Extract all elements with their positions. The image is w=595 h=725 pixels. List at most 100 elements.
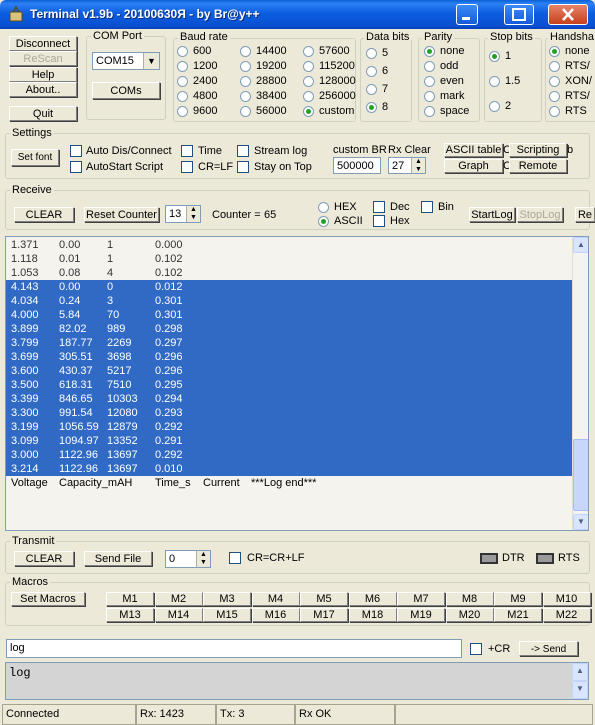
plus-cr-checkbox[interactable]: [470, 643, 482, 655]
stoplog-button[interactable]: StopLog: [517, 207, 563, 222]
cr-lf-checkbox[interactable]: [181, 161, 193, 173]
bin-checkbox[interactable]: [421, 201, 433, 213]
baud-radio-1[interactable]: [177, 61, 188, 72]
stop-bits-radio-0[interactable]: [489, 51, 500, 62]
data-bits-radio-3[interactable]: [366, 102, 377, 113]
macro-button-m16[interactable]: M16: [251, 608, 300, 622]
history-scrollbar[interactable]: ▲ ▼: [572, 663, 588, 699]
macro-button-m21[interactable]: M21: [494, 608, 542, 622]
parity-radio-4[interactable]: [424, 106, 435, 117]
maximize-button[interactable]: [504, 4, 534, 25]
scripting-button[interactable]: Scripting: [509, 143, 567, 157]
com-port-select[interactable]: COM15 ▼: [92, 52, 160, 70]
stop-bits-radio-2[interactable]: [489, 101, 500, 112]
baud-radio-6[interactable]: [240, 61, 251, 72]
parity-radio-0[interactable]: [424, 46, 435, 57]
baud-radio-0[interactable]: [177, 46, 188, 57]
re-button[interactable]: Re: [575, 207, 595, 222]
macro-button-m9[interactable]: M9: [494, 592, 542, 606]
hex-radio[interactable]: [318, 202, 329, 213]
macro-button-m19[interactable]: M19: [397, 608, 445, 622]
baud-radio-13[interactable]: [303, 91, 314, 102]
autostart-script-checkbox[interactable]: [70, 161, 82, 173]
baud-radio-10[interactable]: [303, 46, 314, 57]
auto-dis-connect-checkbox[interactable]: [70, 145, 82, 157]
macro-button-m5[interactable]: M5: [300, 592, 348, 606]
quit-button[interactable]: Quit: [9, 106, 77, 121]
send-history-area[interactable]: log ▲ ▼: [5, 662, 589, 700]
rx-clear-spinner[interactable]: 27 ▲ ▼: [388, 157, 426, 174]
macro-button-m22[interactable]: M22: [542, 608, 591, 622]
stream-log-checkbox[interactable]: [237, 145, 249, 157]
baud-radio-9[interactable]: [240, 106, 251, 117]
graph-button[interactable]: Graph: [444, 159, 503, 173]
coms-button[interactable]: COMs: [92, 82, 160, 99]
macro-button-m15[interactable]: M15: [203, 608, 251, 622]
data-bits-radio-1[interactable]: [366, 66, 377, 77]
macro-button-m6[interactable]: M6: [348, 592, 397, 606]
macro-button-m17[interactable]: M17: [300, 608, 348, 622]
receive-clear-button[interactable]: CLEAR: [14, 207, 74, 222]
receive-scrollbar[interactable]: ▲ ▼: [572, 237, 588, 530]
scroll-down-icon[interactable]: ▼: [572, 681, 588, 699]
close-button[interactable]: [548, 4, 588, 25]
stop-bits-radio-1[interactable]: [489, 76, 500, 87]
baud-radio-7[interactable]: [240, 76, 251, 87]
scroll-down-icon[interactable]: ▼: [573, 514, 588, 530]
rescan-button[interactable]: ReScan: [9, 51, 77, 66]
send-file-button[interactable]: Send File: [84, 551, 152, 566]
ascii-table-button[interactable]: ASCII table: [444, 143, 503, 157]
receive-text-area[interactable]: 1.371 0.00 1 0.000 1.118 0.01 1 0.102 1.053 0.08 4…: [5, 236, 589, 531]
ascii-radio[interactable]: [318, 216, 329, 227]
baud-radio-14[interactable]: [303, 106, 314, 117]
handshake-radio-1[interactable]: [549, 61, 560, 72]
parity-radio-3[interactable]: [424, 91, 435, 102]
baud-radio-5[interactable]: [240, 46, 251, 57]
handshake-radio-2[interactable]: [549, 76, 560, 87]
data-bits-radio-2[interactable]: [366, 84, 377, 95]
custom-br-input[interactable]: 500000: [333, 157, 381, 174]
time-checkbox[interactable]: [181, 145, 193, 157]
startlog-button[interactable]: StartLog: [469, 207, 515, 222]
minimize-button[interactable]: [456, 4, 478, 25]
parity-radio-2[interactable]: [424, 76, 435, 87]
remote-button[interactable]: Remote: [509, 159, 567, 173]
macro-button-m20[interactable]: M20: [445, 608, 494, 622]
dec-checkbox[interactable]: [373, 201, 385, 213]
macro-button-m14[interactable]: M14: [154, 608, 203, 622]
handshake-radio-0[interactable]: [549, 46, 560, 57]
handshake-radio-3[interactable]: [549, 91, 560, 102]
cr-cr-lf-checkbox[interactable]: [229, 552, 241, 564]
disconnect-button[interactable]: Disconnect: [9, 36, 77, 51]
send-input[interactable]: log: [6, 639, 462, 658]
scroll-thumb[interactable]: [573, 439, 588, 511]
hex-checkbox[interactable]: [373, 215, 385, 227]
baud-radio-11[interactable]: [303, 61, 314, 72]
macro-button-m7[interactable]: M7: [397, 592, 445, 606]
macro-button-m4[interactable]: M4: [251, 592, 300, 606]
data-bits-radio-0[interactable]: [366, 48, 377, 59]
counter-spinner[interactable]: 13 ▲ ▼: [165, 205, 201, 223]
macro-button-m8[interactable]: M8: [445, 592, 494, 606]
reset-counter-button[interactable]: Reset Counter: [84, 207, 159, 222]
stay-on-top-checkbox[interactable]: [237, 161, 249, 173]
set-macros-button[interactable]: Set Macros: [11, 592, 85, 606]
baud-radio-4[interactable]: [177, 106, 188, 117]
baud-radio-8[interactable]: [240, 91, 251, 102]
help-button[interactable]: Help: [9, 67, 77, 82]
macro-button-m3[interactable]: M3: [203, 592, 251, 606]
macro-button-m1[interactable]: M1: [106, 592, 154, 606]
parity-radio-1[interactable]: [424, 61, 435, 72]
scroll-up-icon[interactable]: ▲: [573, 237, 588, 253]
transmit-spinner[interactable]: 0 ▲ ▼: [165, 550, 211, 568]
send-button[interactable]: -> Send: [519, 641, 578, 656]
macro-button-m10[interactable]: M10: [542, 592, 591, 606]
transmit-clear-button[interactable]: CLEAR: [14, 551, 74, 566]
baud-radio-12[interactable]: [303, 76, 314, 87]
about-button[interactable]: About..: [9, 82, 77, 97]
set-font-button[interactable]: Set font: [11, 149, 59, 166]
macro-button-m13[interactable]: M13: [106, 608, 154, 622]
handshake-radio-4[interactable]: [549, 106, 560, 117]
baud-radio-3[interactable]: [177, 91, 188, 102]
macro-button-m18[interactable]: M18: [348, 608, 397, 622]
